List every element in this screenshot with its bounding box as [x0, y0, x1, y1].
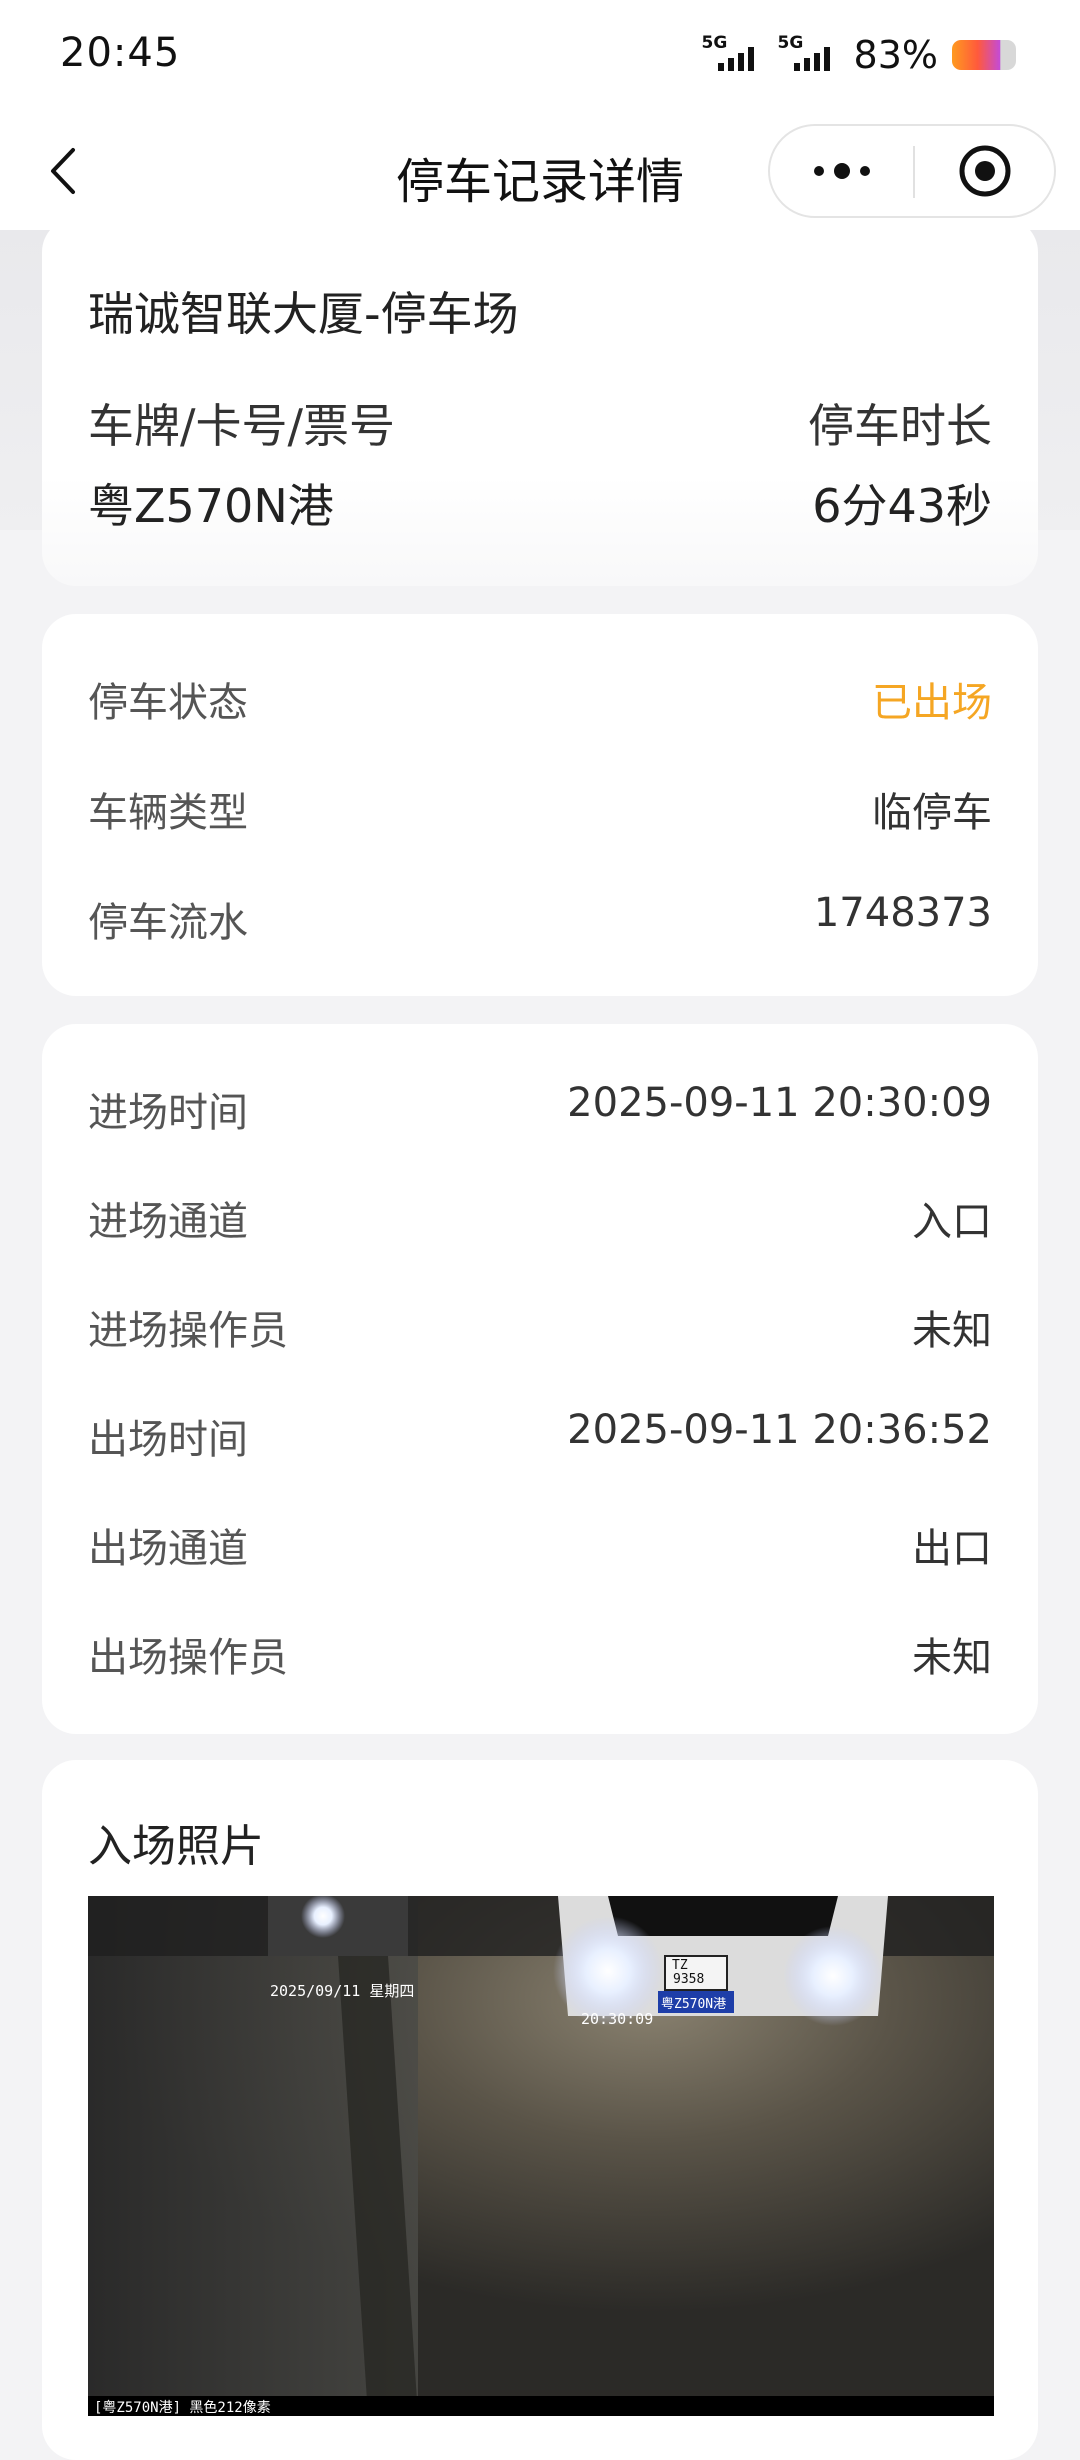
row-label: 出场时间 [88, 1417, 248, 1463]
duration-value: 6分43秒 [812, 479, 992, 533]
row-label: 进场时间 [88, 1090, 248, 1136]
row-label: 停车流水 [88, 900, 248, 946]
summary-card: 瑞诚智联大厦-停车场 车牌/卡号/票号 停车时长 粤Z570N港 6分43秒 [42, 218, 1038, 586]
exit-time-value: 2025-09-11 20:36:52 [567, 1407, 992, 1453]
parking-status-value: 已出场 [872, 680, 992, 726]
photo-plate-number: 9358 [673, 1972, 705, 1987]
target-circle-icon [959, 145, 1010, 197]
signal-icon: 5G [778, 33, 840, 77]
photo-date-overlay: 2025/09/11 星期四 [270, 1982, 415, 2000]
parking-lot-name: 瑞诚智联大厦-停车场 [88, 287, 519, 341]
entry-photo[interactable]: 2025/09/11 星期四 20:30:09 TZ 9358 粤Z570N港 … [88, 1896, 994, 2416]
nav-bar: 停车记录详情 [0, 112, 1080, 230]
exit-lane-value: 出口 [912, 1526, 992, 1572]
battery-percent: 83% [853, 33, 938, 77]
vehicle-type-value: 临停车 [872, 790, 992, 836]
battery-icon [952, 40, 1016, 70]
photo-time-overlay: 20:30:09 [581, 2010, 654, 2028]
plate-label: 车牌/卡号/票号 [88, 399, 395, 453]
status-card: 停车状态 已出场 车辆类型 临停车 停车流水 1748373 [42, 614, 1038, 996]
info-row: 进场通道 入口 [88, 1189, 992, 1249]
info-row: 停车状态 已出场 [88, 670, 992, 730]
row-label: 出场操作员 [88, 1635, 288, 1681]
info-row: 进场时间 2025-09-11 20:30:09 [88, 1080, 992, 1140]
entry-photo-card: 入场照片 2025/09/11 星期四 20:30:09 TZ 9358 粤Z5… [42, 1760, 1038, 2460]
duration-label: 停车时长 [808, 399, 992, 453]
info-row: 出场通道 出口 [88, 1516, 992, 1576]
entry-photo-image [88, 1896, 994, 2416]
serial-number-value: 1748373 [813, 890, 992, 936]
info-row: 进场操作员 未知 [88, 1298, 992, 1358]
info-row: 停车流水 1748373 [88, 890, 992, 950]
status-bar: 20:45 5G 5G 83% [0, 0, 1080, 112]
status-indicators: 5G 5G 83% [702, 30, 1016, 80]
close-program-button[interactable] [915, 126, 1054, 216]
signal-icon: 5G [702, 33, 764, 77]
info-row: 车辆类型 临停车 [88, 780, 992, 840]
entry-time-value: 2025-09-11 20:30:09 [567, 1080, 992, 1126]
entry-photo-title: 入场照片 [88, 1821, 264, 1872]
entry-exit-card: 进场时间 2025-09-11 20:30:09 进场通道 入口 进场操作员 未… [42, 1024, 1038, 1734]
more-dots-icon [813, 166, 824, 176]
row-label: 出场通道 [88, 1526, 248, 1572]
entry-lane-value: 入口 [912, 1199, 992, 1245]
mini-program-capsule [768, 124, 1056, 218]
photo-plate-bottom: 粤Z570N港 [661, 1997, 727, 2012]
exit-operator-value: 未知 [912, 1635, 992, 1681]
row-label: 进场操作员 [88, 1308, 288, 1354]
info-row: 出场操作员 未知 [88, 1625, 992, 1685]
row-label: 车辆类型 [88, 790, 248, 836]
row-label: 停车状态 [88, 680, 248, 726]
info-row: 出场时间 2025-09-11 20:36:52 [88, 1407, 992, 1467]
photo-plate-top: TZ [672, 1958, 688, 1973]
more-button[interactable] [770, 126, 913, 216]
status-time: 20:45 [60, 30, 181, 76]
plate-value: 粤Z570N港 [88, 479, 334, 533]
row-label: 进场通道 [88, 1199, 248, 1245]
entry-operator-value: 未知 [912, 1308, 992, 1354]
